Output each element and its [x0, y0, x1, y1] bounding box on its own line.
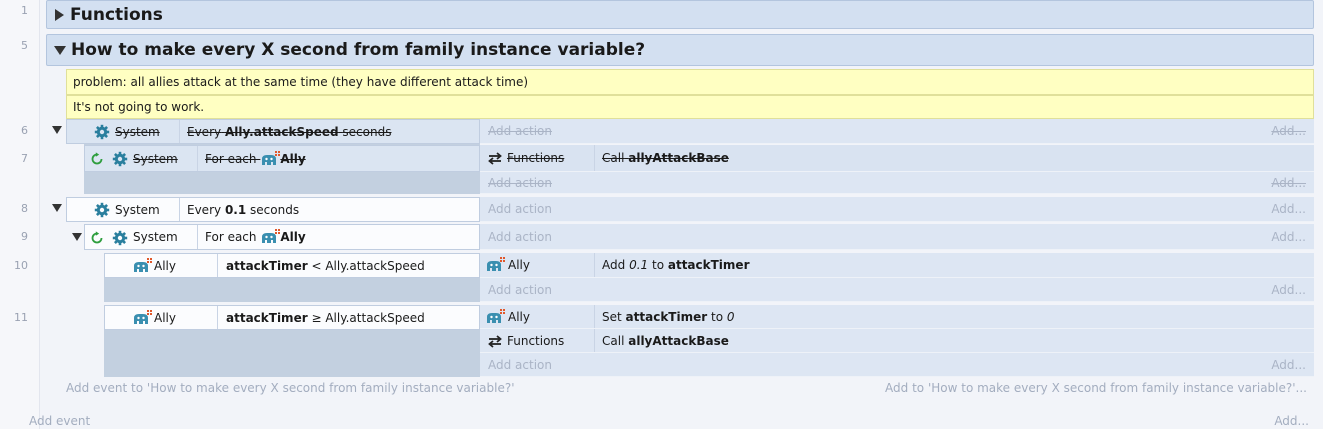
gear-icon — [94, 202, 110, 218]
event-10-action-row[interactable]: Ally Add 0.1 to attackTimer — [480, 253, 1314, 278]
add-more-bottom-link[interactable]: Add... — [1274, 414, 1309, 428]
event-11-add-row: Add action Add... — [480, 353, 1314, 377]
line-number: 5 — [21, 39, 28, 52]
event-7-action-row[interactable]: Functions Call allyAttackBase — [480, 145, 1314, 172]
add-action-link[interactable]: Add action — [488, 230, 552, 244]
action-object: Functions — [507, 333, 565, 348]
line-number: 11 — [14, 311, 28, 324]
object-name: System — [133, 230, 178, 244]
event-11-action-set[interactable]: Ally Set attackTimer to 0 — [480, 305, 1314, 329]
event-7-condition[interactable]: System For each Ally — [84, 145, 480, 172]
add-more-link[interactable]: Add... — [1271, 124, 1306, 138]
collapse-arrow-icon[interactable] — [52, 204, 62, 212]
event-10-add-row: Add action Add... — [480, 278, 1314, 302]
loop-icon — [91, 152, 103, 165]
group-functions[interactable]: Functions — [46, 0, 1314, 29]
ally-family-icon — [487, 309, 505, 323]
action-object: Ally — [508, 309, 530, 324]
condition-text: For each Ally — [205, 229, 306, 244]
event-11-action-call[interactable]: Functions Call allyAttackBase — [480, 329, 1314, 353]
comment-problem[interactable]: problem: all allies attack at the same t… — [66, 69, 1314, 95]
condition-text: Every Ally.attackSpeed seconds — [187, 124, 392, 139]
condition-text: Every 0.1 seconds — [187, 202, 300, 217]
collapse-arrow-icon[interactable] — [54, 45, 66, 55]
gear-icon — [112, 230, 128, 246]
ally-family-icon — [134, 258, 152, 272]
event-6-actions: Add action Add... — [480, 119, 1314, 144]
ally-family-icon — [262, 150, 281, 165]
comment-note[interactable]: It's not going to work. — [66, 95, 1314, 119]
add-action-link[interactable]: Add action — [488, 283, 552, 297]
condition-text: attackTimer ≥ Ally.attackSpeed — [226, 310, 425, 325]
action-text: Call allyAttackBase — [602, 151, 729, 165]
object-name: System — [115, 124, 160, 139]
event-7-add-row: Add action Add... — [480, 172, 1314, 194]
collapse-arrow-icon[interactable] — [72, 233, 82, 241]
add-more-link[interactable]: Add... — [1271, 202, 1306, 216]
event-9-condition[interactable]: System For each Ally — [84, 224, 480, 250]
functions-icon — [488, 152, 502, 165]
add-action-link[interactable]: Add action — [488, 358, 552, 372]
event-8-actions: Add action Add... — [480, 197, 1314, 222]
collapse-arrow-icon[interactable] — [52, 126, 62, 134]
loop-icon — [91, 231, 103, 244]
line-number: 10 — [14, 259, 28, 272]
line-number: 7 — [21, 152, 28, 165]
add-action-link[interactable]: Add action — [488, 124, 552, 138]
object-name: Ally — [154, 258, 176, 273]
add-event-link[interactable]: Add event — [29, 414, 90, 428]
action-text: Add 0.1 to attackTimer — [602, 258, 750, 272]
event-11-condition[interactable]: Ally attackTimer ≥ Ally.attackSpeed — [104, 305, 480, 330]
action-text: Call allyAttackBase — [602, 333, 729, 348]
event-8-condition[interactable]: System Every 0.1 seconds — [66, 197, 480, 222]
line-number: 1 — [21, 4, 28, 17]
add-more-link[interactable]: Add... — [1271, 283, 1306, 297]
comment-text: problem: all allies attack at the same t… — [73, 75, 529, 89]
line-number: 9 — [21, 230, 28, 243]
action-object: Functions — [507, 151, 565, 165]
condition-text: attackTimer < Ally.attackSpeed — [226, 258, 425, 273]
comment-text: It's not going to work. — [73, 100, 205, 114]
event-6-condition[interactable]: System Every Ally.attackSpeed seconds — [66, 119, 480, 144]
group-question[interactable]: How to make every X second from family i… — [46, 34, 1314, 66]
object-name: System — [115, 202, 160, 217]
object-name: Ally — [154, 310, 176, 325]
event-9-actions: Add action Add... — [480, 224, 1314, 250]
action-object: Ally — [508, 258, 530, 272]
add-to-group-link[interactable]: Add to 'How to make every X second from … — [885, 381, 1307, 395]
event-10-condition[interactable]: Ally attackTimer < Ally.attackSpeed — [104, 253, 480, 278]
functions-icon — [488, 335, 502, 348]
add-event-to-group-link[interactable]: Add event to 'How to make every X second… — [66, 381, 515, 395]
action-text: Set attackTimer to 0 — [602, 309, 735, 324]
gear-icon — [112, 151, 128, 167]
object-name: System — [133, 151, 178, 166]
expand-arrow-icon[interactable] — [55, 8, 64, 21]
add-more-link[interactable]: Add... — [1271, 230, 1306, 244]
add-more-link[interactable]: Add... — [1271, 358, 1306, 372]
line-number: 8 — [21, 202, 28, 215]
add-action-link[interactable]: Add action — [488, 202, 552, 216]
group-title: Functions — [70, 4, 163, 25]
ally-family-icon — [134, 310, 152, 324]
ally-family-icon — [262, 229, 281, 243]
group-title: How to make every X second from family i… — [71, 40, 646, 60]
line-number: 6 — [21, 124, 28, 137]
ally-family-icon — [487, 257, 505, 271]
add-action-link[interactable]: Add action — [488, 176, 552, 190]
add-more-link[interactable]: Add... — [1271, 176, 1306, 190]
gear-icon — [94, 124, 110, 140]
condition-text: For each Ally — [205, 150, 306, 166]
